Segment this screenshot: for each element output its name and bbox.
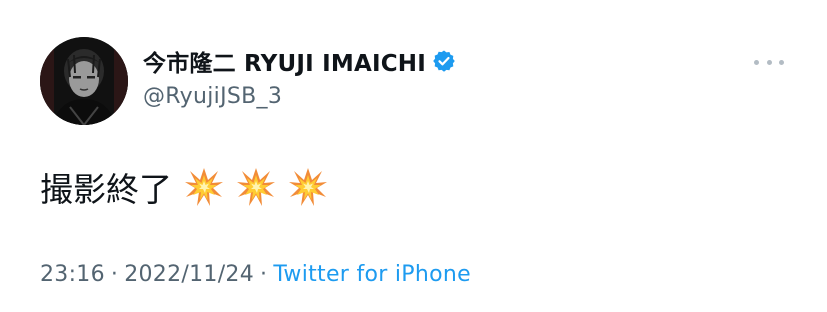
more-dot	[779, 59, 784, 65]
author-display-name[interactable]: 今市隆二 RYUJI IMAICHI	[143, 44, 426, 78]
tweet-meta: 23:16 · 2022/11/24 · Twitter for iPhone	[40, 262, 471, 287]
more-dot	[754, 59, 759, 65]
collision-emoji-icon	[289, 168, 327, 206]
author-handle[interactable]: @RyujiJSB_3	[143, 84, 282, 109]
meta-separator: ·	[110, 262, 119, 287]
more-options-icon[interactable]	[754, 52, 784, 72]
author-name-row: 今市隆二 RYUJI IMAICHI	[143, 44, 456, 78]
emoji-group	[184, 167, 328, 207]
meta-separator: ·	[260, 262, 268, 287]
tweet-card: 今市隆二 RYUJI IMAICHI @RyujiJSB_3 撮影終了 23:1…	[0, 0, 827, 312]
tweet-text: 撮影終了	[40, 163, 328, 211]
collision-emoji-icon	[237, 168, 275, 206]
tweet-source-link[interactable]: Twitter for iPhone	[273, 262, 471, 287]
tweet-time[interactable]: 23:16	[40, 262, 105, 287]
more-dot	[766, 59, 772, 65]
collision-emoji-icon	[185, 168, 223, 206]
author-avatar[interactable]	[40, 37, 128, 125]
tweet-text-body: 撮影終了	[40, 170, 172, 209]
verified-badge-icon	[432, 49, 456, 73]
avatar-photo	[40, 37, 128, 125]
tweet-date[interactable]: 2022/11/24	[124, 262, 254, 287]
